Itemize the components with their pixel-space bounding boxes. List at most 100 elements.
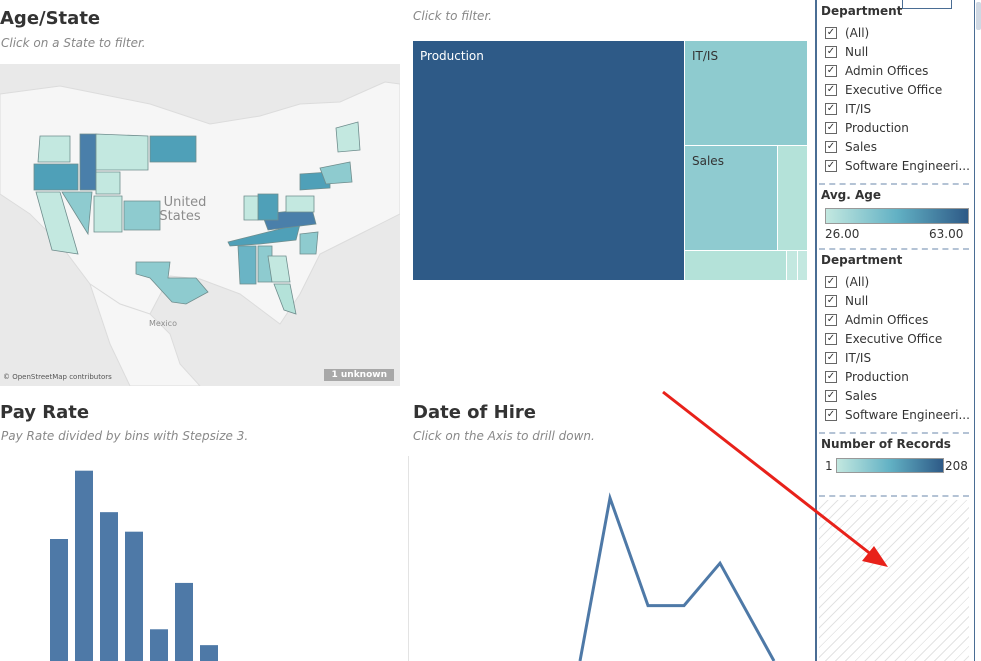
department-filter-2-item-label: Sales bbox=[845, 389, 877, 403]
department-filter-1-item-label: Executive Office bbox=[845, 83, 943, 97]
checkbox[interactable]: ✓ bbox=[825, 103, 837, 115]
checkbox[interactable]: ✓ bbox=[825, 84, 837, 96]
pay-rate-bar[interactable] bbox=[150, 629, 168, 661]
department-filter-2-item-label: IT/IS bbox=[845, 351, 872, 365]
department-filter-1-item-label: (All) bbox=[845, 26, 870, 40]
department-filter-2-item-label: (All) bbox=[845, 275, 870, 289]
filter-panel: Department ✓ (All) ✓ Null ✓ Admin Offices ✓ Exe… bbox=[815, 0, 981, 661]
records-color-ramp bbox=[836, 458, 944, 473]
department-filter-1-item-label: Null bbox=[845, 45, 869, 59]
treemap-label-production: Production bbox=[420, 49, 484, 63]
divider bbox=[819, 183, 969, 185]
department-treemap[interactable]: Production IT/IS Sales bbox=[413, 41, 808, 281]
department-filter-2-item-label: Null bbox=[845, 294, 869, 308]
empty-panel-area bbox=[819, 500, 969, 661]
checkbox[interactable]: ✓ bbox=[825, 295, 837, 307]
panel-scrollbar[interactable] bbox=[974, 0, 981, 661]
unknown-badge[interactable]: 1 unknown bbox=[324, 369, 394, 381]
treemap-cell-production[interactable]: Production bbox=[413, 41, 685, 281]
department-filter-title-1: Department bbox=[821, 4, 903, 18]
department-filter-2-item-label: Software Engineeri... bbox=[845, 408, 970, 422]
pay-rate-bar[interactable] bbox=[100, 512, 118, 661]
department-filter-1-item-label: Sales bbox=[845, 140, 877, 154]
date-axis-line[interactable] bbox=[408, 456, 409, 661]
records-min: 1 bbox=[825, 459, 833, 473]
checkbox[interactable]: ✓ bbox=[825, 160, 837, 172]
department-filter-1-item[interactable]: ✓ IT/IS bbox=[825, 100, 871, 118]
checkbox[interactable]: ✓ bbox=[825, 333, 837, 345]
department-filter-1-item[interactable]: ✓ Software Engineeri... bbox=[825, 157, 970, 175]
department-filter-1-item-label: IT/IS bbox=[845, 102, 872, 116]
checkbox[interactable]: ✓ bbox=[825, 122, 837, 134]
treemap-cell-other-3[interactable] bbox=[787, 251, 798, 281]
department-filter-2-item[interactable]: ✓ Production bbox=[825, 368, 909, 386]
department-filter-1-item[interactable]: ✓ Production bbox=[825, 119, 909, 137]
department-filter-2-item-label: Production bbox=[845, 370, 909, 384]
department-filter-2-item[interactable]: ✓ Software Engineeri... bbox=[825, 406, 970, 424]
checkbox[interactable]: ✓ bbox=[825, 314, 837, 326]
date-of-hire-subtitle: Click on the Axis to drill down. bbox=[413, 429, 595, 443]
pay-rate-bar[interactable] bbox=[175, 582, 193, 661]
avg-age-min: 26.00 bbox=[825, 227, 860, 241]
date-of-hire-line[interactable] bbox=[578, 492, 776, 661]
checkbox[interactable]: ✓ bbox=[825, 65, 837, 77]
records-legend-title: Number of Records bbox=[821, 437, 951, 451]
age-state-title: Age/State bbox=[0, 8, 101, 29]
divider bbox=[819, 495, 969, 497]
department-filter-2-item[interactable]: ✓ Executive Office bbox=[825, 330, 942, 348]
treemap-cell-other-1[interactable] bbox=[778, 146, 808, 251]
department-filter-1-item[interactable]: ✓ Sales bbox=[825, 138, 877, 156]
scrollbar-handle[interactable] bbox=[976, 2, 981, 30]
department-filter-1-item-label: Admin Offices bbox=[845, 64, 929, 78]
department-filter-1-item[interactable]: ✓ Executive Office bbox=[825, 81, 942, 99]
panel-collapse-tab[interactable] bbox=[902, 0, 952, 9]
department-filter-2-item[interactable]: ✓ Null bbox=[825, 292, 868, 310]
department-filter-1-item[interactable]: ✓ (All) bbox=[825, 24, 869, 42]
treemap-label-sales: Sales bbox=[692, 154, 724, 168]
pay-rate-bar[interactable] bbox=[50, 539, 68, 661]
age-state-subtitle: Click on a State to filter. bbox=[1, 36, 146, 50]
avg-age-legend-title: Avg. Age bbox=[821, 188, 882, 202]
divider bbox=[819, 248, 969, 250]
checkbox[interactable]: ✓ bbox=[825, 46, 837, 58]
department-filter-2-item[interactable]: ✓ Sales bbox=[825, 387, 877, 405]
department-filter-1-item-label: Software Engineeri... bbox=[845, 159, 970, 173]
pay-rate-chart[interactable] bbox=[40, 455, 240, 661]
department-filter-2-item[interactable]: ✓ (All) bbox=[825, 273, 869, 291]
department-filter-2-item-label: Executive Office bbox=[845, 332, 943, 346]
department-filter-1-item[interactable]: ✓ Null bbox=[825, 43, 868, 61]
checkbox[interactable]: ✓ bbox=[825, 409, 837, 421]
map-country-label-line2: States bbox=[159, 209, 200, 224]
date-of-hire-title: Date of Hire bbox=[413, 402, 536, 423]
pay-rate-title: Pay Rate bbox=[0, 402, 90, 423]
checkbox[interactable]: ✓ bbox=[825, 276, 837, 288]
pay-rate-bar[interactable] bbox=[75, 470, 93, 661]
pay-rate-bar[interactable] bbox=[125, 531, 143, 661]
checkbox[interactable]: ✓ bbox=[825, 141, 837, 153]
treemap-subtitle: Click to filter. bbox=[413, 9, 493, 23]
treemap-label-itis: IT/IS bbox=[692, 49, 719, 63]
pay-rate-bar[interactable] bbox=[200, 645, 218, 661]
avg-age-color-ramp bbox=[825, 208, 969, 224]
department-filter-1-item[interactable]: ✓ Admin Offices bbox=[825, 62, 928, 80]
map-country-label-line1: United bbox=[164, 195, 207, 210]
checkbox[interactable]: ✓ bbox=[825, 390, 837, 402]
checkbox[interactable]: ✓ bbox=[825, 27, 837, 39]
records-max: 208 bbox=[945, 459, 968, 473]
department-filter-2-item[interactable]: ✓ IT/IS bbox=[825, 349, 871, 367]
department-filter-2-item-label: Admin Offices bbox=[845, 313, 929, 327]
department-filter-2-item[interactable]: ✓ Admin Offices bbox=[825, 311, 928, 329]
map-mexico-label: Mexico bbox=[149, 319, 177, 328]
date-of-hire-chart[interactable] bbox=[560, 480, 800, 661]
department-filter-1-item-label: Production bbox=[845, 121, 909, 135]
map-attribution: © OpenStreetMap contributors bbox=[3, 373, 112, 381]
checkbox[interactable]: ✓ bbox=[825, 352, 837, 364]
treemap-cell-sales[interactable]: Sales bbox=[685, 146, 778, 251]
treemap-cell-other-4[interactable] bbox=[798, 251, 808, 281]
age-state-map[interactable]: United States Mexico © OpenStreetMap con… bbox=[0, 64, 400, 386]
treemap-cell-itis[interactable]: IT/IS bbox=[685, 41, 808, 146]
treemap-cell-other-2[interactable] bbox=[685, 251, 787, 281]
checkbox[interactable]: ✓ bbox=[825, 371, 837, 383]
divider bbox=[819, 432, 969, 434]
pay-rate-subtitle: Pay Rate divided by bins with Stepsize 3… bbox=[1, 429, 249, 443]
